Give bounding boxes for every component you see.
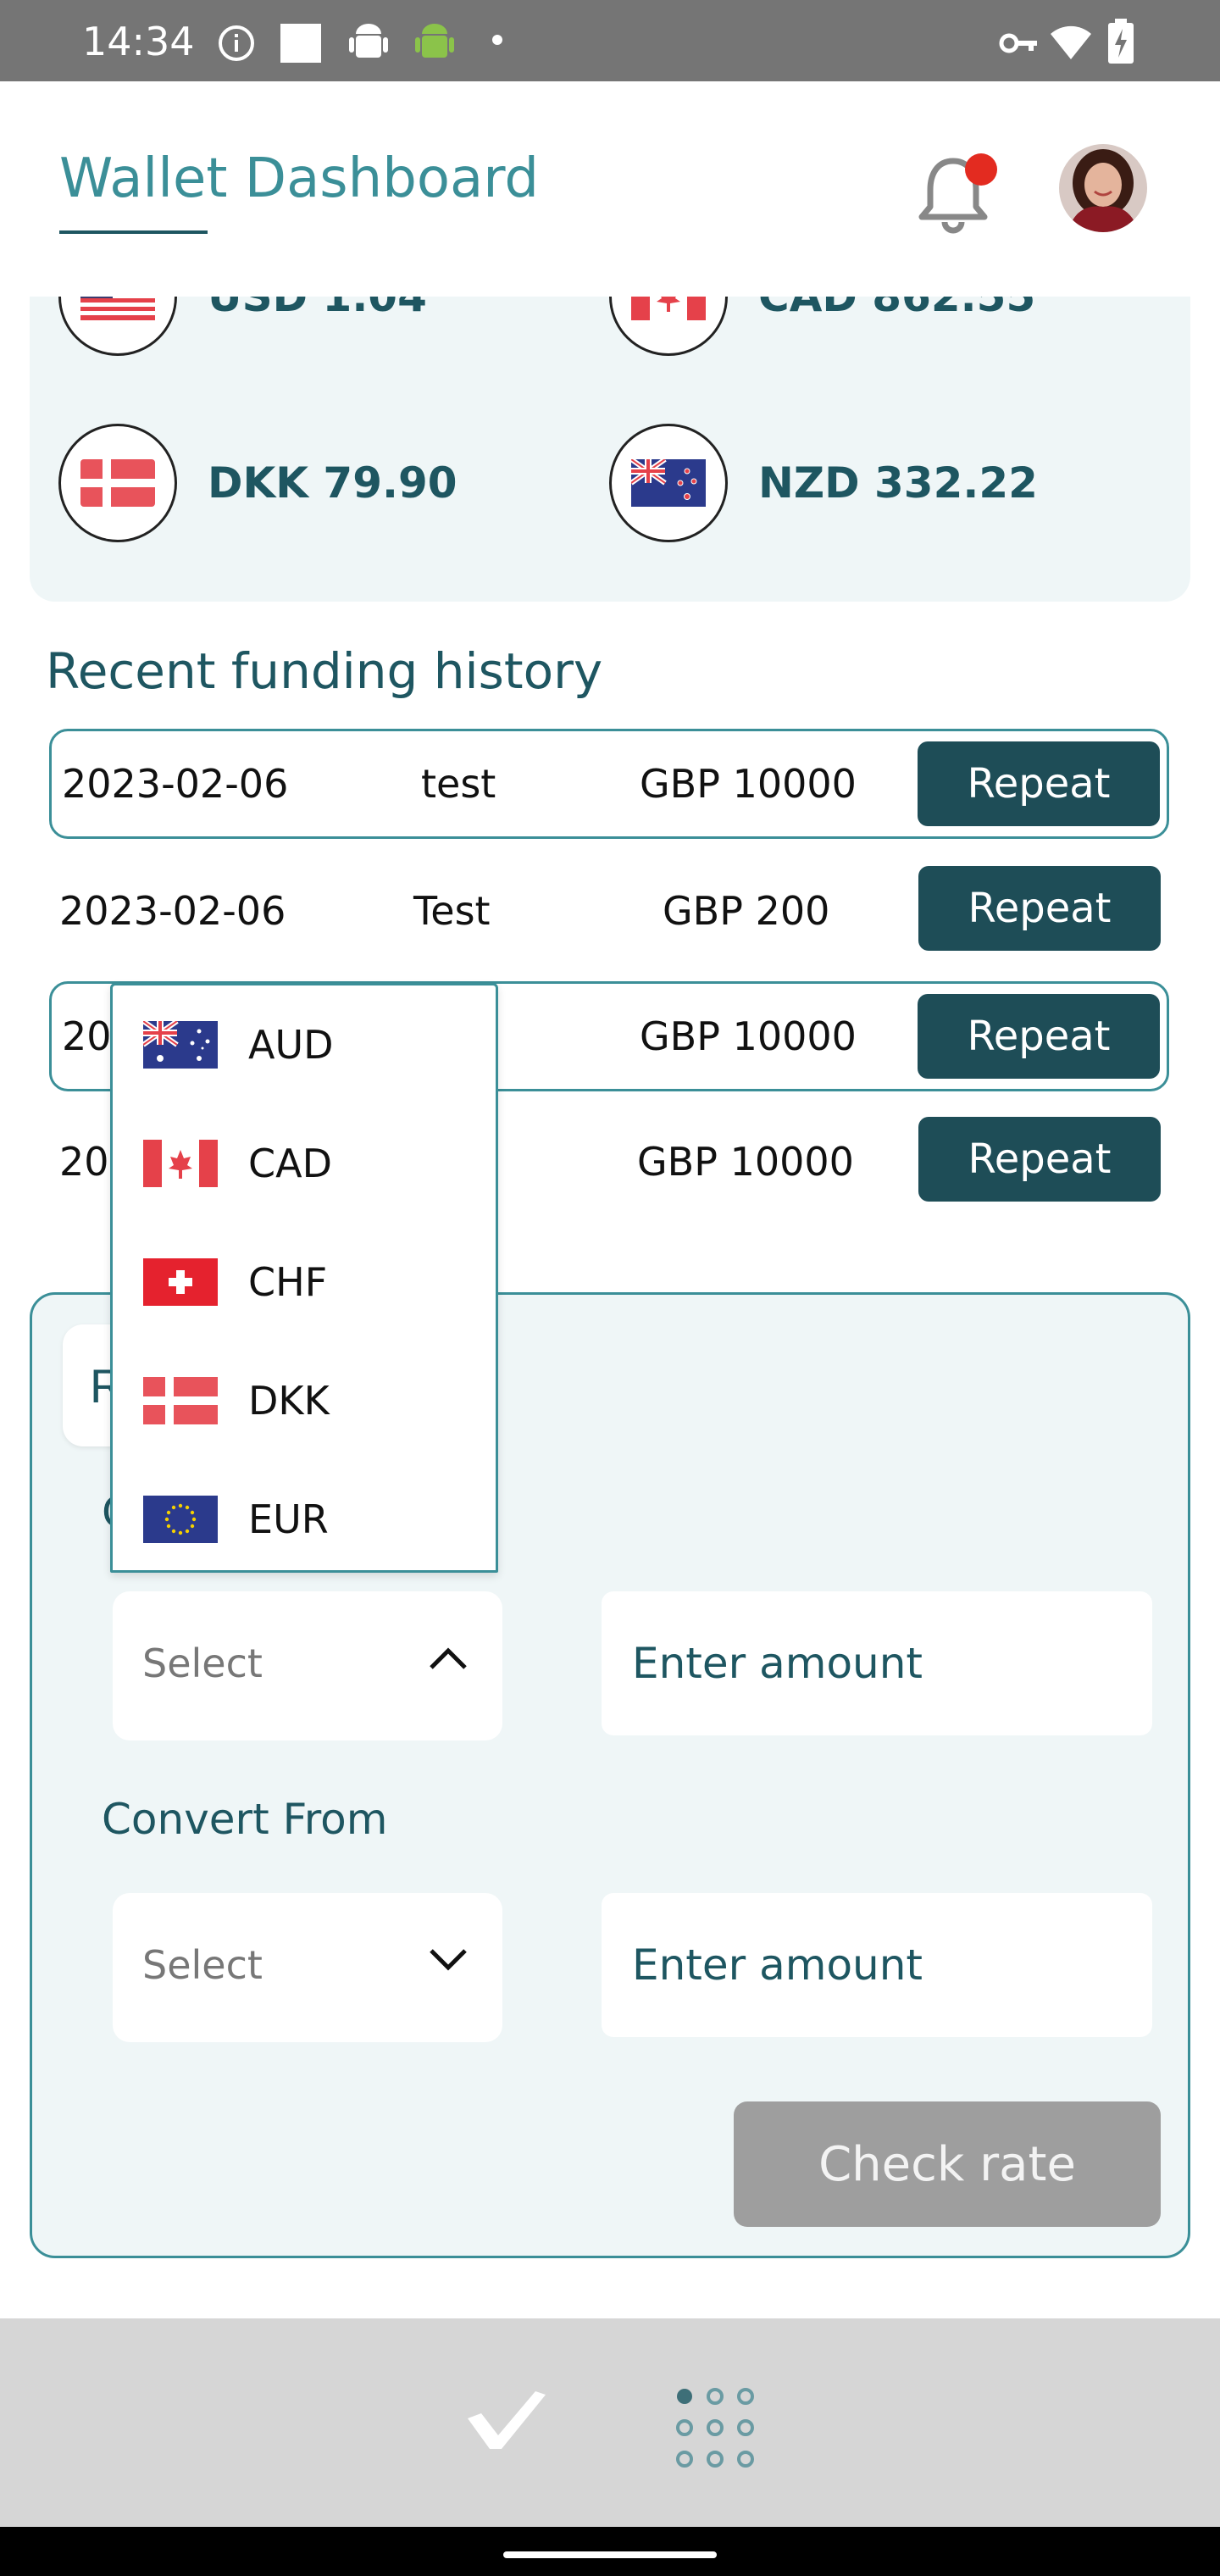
info-icon bbox=[219, 25, 254, 61]
balances-panel: USD 1.04 CAD 862.55 DKK 79.90 NZD 332.22 bbox=[30, 297, 1190, 602]
android-white-icon bbox=[349, 24, 388, 58]
convert-to-amount-input[interactable]: Enter amount bbox=[602, 1591, 1152, 1735]
canada-flag-icon bbox=[143, 1140, 218, 1187]
australia-flag-icon bbox=[143, 1021, 218, 1069]
apps-grid-icon[interactable] bbox=[668, 2381, 761, 2474]
history-date: 2023-02-06 bbox=[59, 888, 286, 934]
repeat-button[interactable]: Repeat bbox=[918, 866, 1161, 951]
repeat-button[interactable]: Repeat bbox=[918, 741, 1160, 826]
balance-usd: USD 1.04 bbox=[58, 297, 427, 356]
history-amount: GBP 200 bbox=[663, 888, 830, 934]
home-indicator[interactable] bbox=[503, 2551, 717, 2558]
title-underline bbox=[59, 230, 208, 234]
balance-text: USD 1.04 bbox=[208, 297, 427, 321]
history-amount: GBP 10000 bbox=[637, 1139, 854, 1185]
history-date: 20 bbox=[62, 1013, 112, 1059]
history-title: Recent funding history bbox=[46, 642, 603, 700]
balance-text: DKK 79.90 bbox=[208, 458, 458, 508]
repeat-button[interactable]: Repeat bbox=[918, 1117, 1161, 1202]
notification-bell-icon[interactable] bbox=[907, 147, 1000, 241]
dot-icon bbox=[492, 35, 502, 45]
currency-dropdown-menu: AUD CAD CHF DKK EUR bbox=[110, 983, 498, 1573]
history-date: 2023-02-06 bbox=[62, 761, 289, 807]
denmark-flag-icon bbox=[143, 1377, 218, 1424]
chevron-up-icon bbox=[430, 1647, 467, 1669]
select-placeholder: Select bbox=[142, 1942, 263, 1988]
dropdown-option-cad[interactable]: CAD bbox=[113, 1104, 496, 1223]
status-time: 14:34 bbox=[82, 19, 195, 64]
switzerland-flag-icon bbox=[143, 1258, 218, 1306]
dropdown-option-label: DKK bbox=[248, 1378, 330, 1424]
balance-nzd: NZD 332.22 bbox=[609, 424, 1038, 542]
canada-flag-icon bbox=[609, 297, 728, 356]
select-placeholder: Select bbox=[142, 1641, 263, 1686]
history-date: 20 bbox=[59, 1139, 109, 1185]
check-rate-button[interactable]: Check rate bbox=[734, 2101, 1161, 2227]
balance-text: CAD 862.55 bbox=[758, 297, 1036, 321]
history-amount: GBP 10000 bbox=[640, 761, 857, 807]
dropdown-option-eur[interactable]: EUR bbox=[113, 1460, 496, 1579]
battery-icon bbox=[1108, 19, 1134, 64]
balance-dkk: DKK 79.90 bbox=[58, 424, 458, 542]
denmark-flag-icon bbox=[58, 424, 177, 542]
amount-placeholder: Enter amount bbox=[632, 1940, 923, 1990]
app-logo-icon[interactable] bbox=[464, 2388, 549, 2452]
dropdown-option-chf[interactable]: CHF bbox=[113, 1223, 496, 1341]
bottom-nav bbox=[0, 2318, 1220, 2527]
square-notification-icon bbox=[280, 24, 321, 63]
convert-from-select[interactable]: Select bbox=[113, 1893, 502, 2042]
dropdown-option-label: CHF bbox=[248, 1259, 328, 1305]
dropdown-option-label: EUR bbox=[248, 1496, 329, 1542]
dropdown-option-dkk[interactable]: DKK bbox=[113, 1341, 496, 1460]
balance-text: NZD 332.22 bbox=[758, 458, 1038, 508]
history-reference: Test bbox=[413, 888, 491, 934]
wifi-icon bbox=[1051, 25, 1091, 59]
convert-from-amount-input[interactable]: Enter amount bbox=[602, 1893, 1152, 2037]
eu-flag-icon bbox=[143, 1496, 218, 1543]
history-row: 2023-02-06 test GBP 10000 Repeat bbox=[49, 729, 1169, 839]
convert-from-label: Convert From bbox=[102, 1795, 388, 1844]
vpn-key-icon bbox=[999, 33, 1037, 53]
repeat-button[interactable]: Repeat bbox=[918, 994, 1160, 1079]
android-green-icon bbox=[415, 24, 454, 58]
history-reference: test bbox=[421, 761, 496, 807]
history-row: 2023-02-06 Test GBP 200 Repeat bbox=[49, 856, 1169, 966]
app-header: Wallet Dashboard bbox=[0, 81, 1220, 297]
dropdown-option-label: CAD bbox=[248, 1141, 333, 1186]
dropdown-option-label: AUD bbox=[248, 1022, 334, 1068]
new-zealand-flag-icon bbox=[609, 424, 728, 542]
amount-placeholder: Enter amount bbox=[632, 1639, 923, 1688]
chevron-down-icon bbox=[430, 1949, 467, 1971]
avatar[interactable] bbox=[1059, 144, 1147, 232]
history-amount: GBP 10000 bbox=[640, 1013, 857, 1059]
page-title: Wallet Dashboard bbox=[59, 147, 539, 210]
balance-cad: CAD 862.55 bbox=[609, 297, 1035, 356]
dropdown-option-aud[interactable]: AUD bbox=[113, 985, 496, 1104]
convert-to-select[interactable]: Select bbox=[113, 1591, 502, 1740]
us-flag-icon bbox=[58, 297, 177, 356]
status-bar: 14:34 bbox=[0, 0, 1220, 81]
